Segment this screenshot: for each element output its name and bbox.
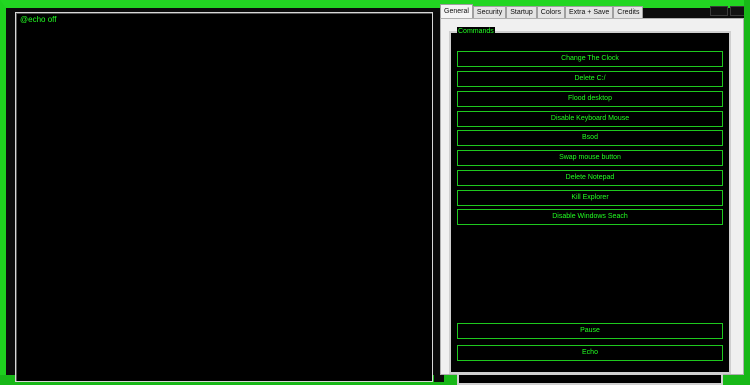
echo-button[interactable]: Echo bbox=[457, 345, 723, 361]
disable-keyboard-mouse-button[interactable]: Disable Keyboard Mouse bbox=[457, 111, 723, 127]
kill-explorer-button[interactable]: Kill Explorer bbox=[457, 190, 723, 206]
tab-startup[interactable]: Startup bbox=[506, 6, 537, 18]
tab-colors[interactable]: Colors bbox=[536, 6, 566, 18]
swap-mouse-button[interactable]: Swap mouse button bbox=[457, 150, 723, 166]
pause-button[interactable]: Pause bbox=[457, 323, 723, 339]
tab-general[interactable]: General bbox=[440, 4, 473, 18]
tab-panel: General Security Startup Colors Extra + … bbox=[440, 4, 744, 385]
commands-group-label: Commands bbox=[457, 27, 495, 37]
bsod-button[interactable]: Bsod bbox=[457, 130, 723, 146]
editor-content: @echo off bbox=[20, 15, 57, 24]
tab-general-content: Commands Change The Clock Delete C:/ Flo… bbox=[440, 18, 744, 385]
change-clock-button[interactable]: Change The Clock bbox=[457, 51, 723, 67]
commands-groupbox: Commands Change The Clock Delete C:/ Flo… bbox=[449, 27, 731, 385]
batch-editor[interactable]: @echo off bbox=[15, 12, 433, 382]
flood-desktop-button[interactable]: Flood desktop bbox=[457, 91, 723, 107]
tab-credits[interactable]: Credits bbox=[613, 6, 644, 18]
disable-windows-search-button[interactable]: Disable Windows Seach bbox=[457, 209, 723, 225]
delete-c-button[interactable]: Delete C:/ bbox=[457, 71, 723, 87]
delete-notepad-button[interactable]: Delete Notepad bbox=[457, 170, 723, 186]
tab-extra-save[interactable]: Extra + Save bbox=[565, 6, 614, 18]
tab-bar: General Security Startup Colors Extra + … bbox=[440, 4, 644, 18]
window-right-border bbox=[744, 0, 750, 375]
tab-security[interactable]: Security bbox=[472, 6, 507, 18]
